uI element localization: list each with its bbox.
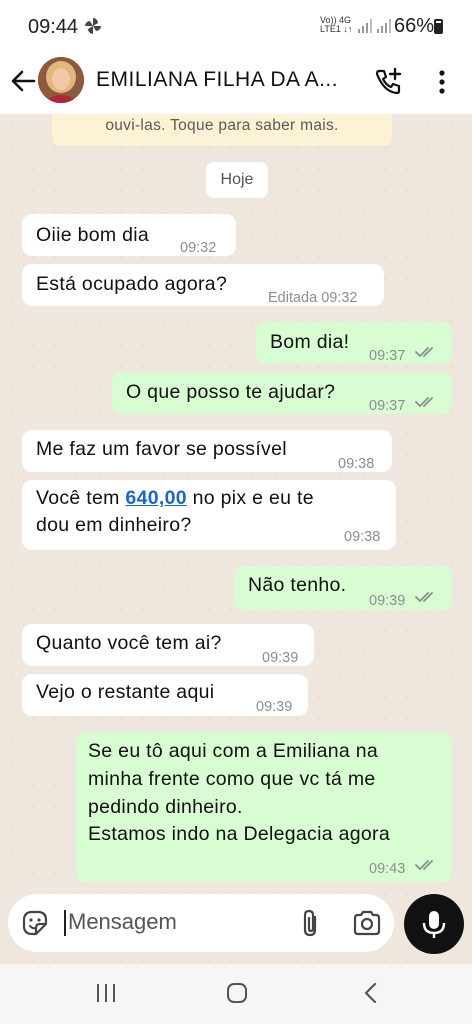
message-time: 09:43 xyxy=(369,861,406,877)
signal-icon xyxy=(358,19,372,33)
message-time: 09:37 xyxy=(369,398,406,414)
message-time: 09:38 xyxy=(344,529,381,545)
message-outgoing[interactable]: Se eu tô aqui com a Emiliana na minha fr… xyxy=(76,732,452,882)
read-ticks-icon xyxy=(415,397,433,407)
message-outgoing[interactable]: Bom dia! 09:37 xyxy=(256,322,452,364)
message-text: O que posso te ajudar? xyxy=(126,381,336,403)
message-text-line1: Você tem 640,00 no pix e eu te xyxy=(36,487,314,509)
message-text: Me faz um favor se possível xyxy=(36,438,287,460)
nav-recents-icon[interactable] xyxy=(94,982,118,1004)
emoji-sticker-icon[interactable] xyxy=(20,908,50,938)
message-text: Quanto você tem ai? xyxy=(36,632,222,654)
contact-name[interactable]: EMILIANA FILHA DA A... xyxy=(96,68,338,92)
money-link[interactable]: 640,00 xyxy=(125,487,186,509)
encryption-notice[interactable]: ouvi-las. Toque para saber mais. xyxy=(52,114,392,146)
nav-home-icon[interactable] xyxy=(226,982,248,1004)
message-input[interactable] xyxy=(68,907,288,937)
message-incoming[interactable]: Quanto você tem ai? 09:39 xyxy=(22,624,314,666)
message-time: Editada 09:32 xyxy=(268,290,358,306)
battery-icon xyxy=(434,19,443,34)
message-incoming[interactable]: Oiie bom dia 09:32 xyxy=(22,214,236,256)
signal-icon-2 xyxy=(377,19,391,33)
message-time: 09:37 xyxy=(369,348,406,364)
message-text: Está ocupado agora? xyxy=(36,273,228,295)
chat-header: EMILIANA FILHA DA A... xyxy=(0,54,472,114)
message-time: 09:32 xyxy=(180,240,217,256)
avatar[interactable] xyxy=(38,57,84,103)
message-outgoing[interactable]: O que posso te ajudar? 09:37 xyxy=(112,372,452,414)
more-vert-icon[interactable] xyxy=(428,66,456,98)
battery-percent: 66% xyxy=(394,15,435,37)
mic-icon xyxy=(422,911,446,938)
message-text: Bom dia! xyxy=(270,331,350,353)
message-outgoing[interactable]: Não tenho. 09:39 xyxy=(234,566,452,610)
message-incoming[interactable]: Vejo o restante aqui 09:39 xyxy=(22,674,308,716)
message-text: Vejo o restante aqui xyxy=(36,681,215,703)
avatar-photo xyxy=(38,57,84,103)
attach-clip-icon[interactable] xyxy=(298,908,324,938)
back-arrow-icon[interactable] xyxy=(8,66,38,96)
nav-back-icon[interactable] xyxy=(360,981,380,1005)
read-ticks-icon xyxy=(415,592,433,602)
message-text-line4: Estamos indo na Delegacia agora xyxy=(88,823,390,845)
message-text-line3: pedindo dinheiro. xyxy=(88,796,243,818)
chat-area[interactable]: ouvi-las. Toque para saber mais. Hoje Oi… xyxy=(0,114,472,964)
message-text-line1: Se eu tô aqui com a Emiliana na xyxy=(88,740,379,762)
message-text: Não tenho. xyxy=(248,574,347,596)
read-ticks-icon xyxy=(415,347,433,357)
message-time: 09:39 xyxy=(369,593,406,609)
status-bar: 09:44 Vo)) 4G LTE1 ↓↑ 66% xyxy=(0,0,472,54)
message-incoming[interactable]: Está ocupado agora? Editada 09:32 xyxy=(22,264,384,306)
message-text: Oiie bom dia xyxy=(36,224,150,246)
date-separator: Hoje xyxy=(206,162,268,198)
network-type: Vo)) 4G LTE1 ↓↑ xyxy=(320,15,353,34)
message-composer xyxy=(8,894,394,952)
system-nav-bar xyxy=(0,964,472,1024)
message-incoming[interactable]: Me faz um favor se possível 09:38 xyxy=(22,430,392,472)
message-time: 09:39 xyxy=(256,699,293,715)
add-call-icon[interactable] xyxy=(372,66,404,98)
message-text-line2: minha frente como que vc tá me xyxy=(88,768,376,790)
message-time: 09:38 xyxy=(338,456,375,472)
mic-button[interactable] xyxy=(404,894,464,954)
message-text-line2: dou em dinheiro? xyxy=(36,514,192,536)
status-time: 09:44 xyxy=(28,16,79,38)
pinwheel-icon xyxy=(85,18,101,34)
message-time: 09:39 xyxy=(262,650,299,666)
message-incoming[interactable]: Você tem 640,00 no pix e eu te dou em di… xyxy=(22,480,396,550)
text-cursor xyxy=(64,910,66,936)
read-ticks-icon xyxy=(415,860,433,870)
camera-icon[interactable] xyxy=(352,909,382,937)
